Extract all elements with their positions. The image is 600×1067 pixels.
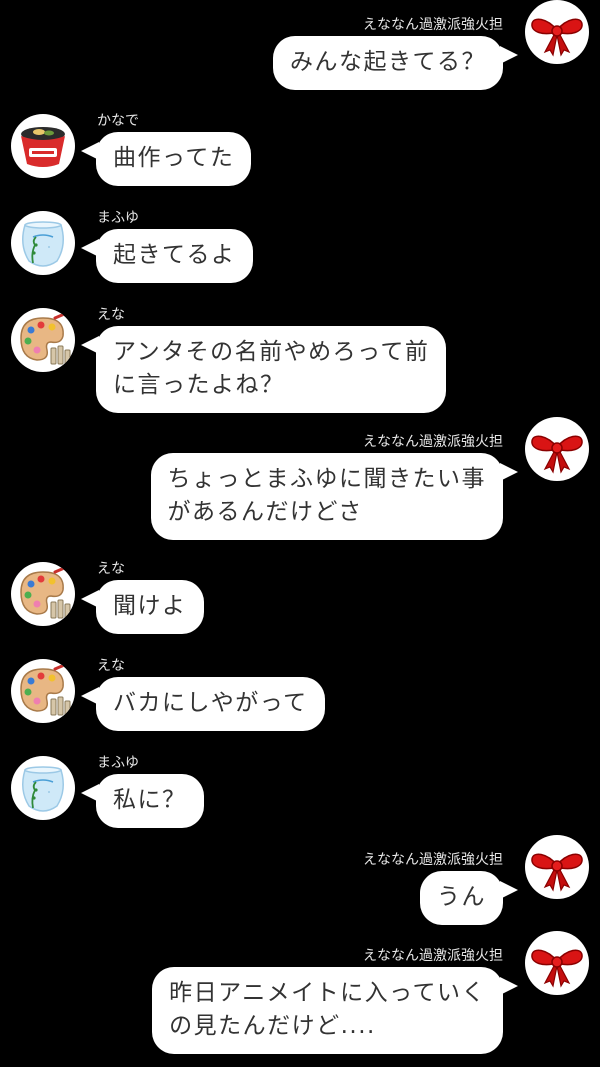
message-bubble: 聞けよ (81, 580, 204, 634)
message-bubble: うん (420, 871, 518, 925)
sender-name: まふゆ (97, 755, 139, 771)
red-ribbon-icon[interactable] (525, 0, 589, 64)
message-bubble: ちょっとまふゆに聞きたい事 があるんだけどさ (150, 453, 518, 540)
message-text: みんな起きてる？ (290, 49, 486, 75)
paint-palette-icon[interactable] (11, 659, 75, 723)
red-ribbon-icon[interactable] (525, 931, 589, 995)
message-text: に言ったよね？ (113, 372, 285, 398)
fishbowl-icon[interactable] (11, 756, 75, 820)
message-text: うん (437, 884, 486, 910)
paint-palette-icon[interactable] (11, 562, 75, 626)
sender-name: えななん過激派強火担 (363, 852, 503, 868)
message-bubble: 曲作ってた (80, 132, 252, 186)
sender-name: かなで (97, 113, 139, 129)
message-text: があるんだけどさ (167, 499, 363, 525)
sender-name: えななん過激派強火担 (363, 17, 503, 33)
message-text: 起きてるよ (113, 242, 236, 268)
sender-name: えな (97, 658, 125, 674)
message-bubble: 私に？ (81, 774, 204, 828)
red-ribbon-icon[interactable] (525, 417, 589, 481)
message-bubble: 起きてるよ (81, 229, 253, 283)
sender-name: えななん過激派強火担 (363, 434, 503, 450)
message-text: 私に？ (113, 787, 187, 813)
red-ribbon-icon[interactable] (525, 835, 589, 899)
sender-name: えな (97, 307, 125, 323)
sender-name: えななん過激派強火担 (363, 948, 503, 964)
message-bubble: みんな起きてる？ (273, 36, 518, 90)
fishbowl-icon[interactable] (11, 211, 75, 275)
chat-log: えななん過激派強火担 みんな起きてる？ かなで 曲作ってた まふゆ 起きてるよ … (0, 0, 600, 1067)
message-text: 聞けよ (113, 593, 187, 619)
message-bubble: 昨日アニメイトに入っていく の見たんだけど.... (152, 967, 518, 1054)
message-text: バカにしやがって (113, 690, 308, 716)
paint-palette-icon[interactable] (11, 308, 75, 372)
message-text: 曲作ってた (113, 145, 235, 171)
message-text: 昨日アニメイトに入っていく (169, 980, 486, 1006)
message-bubble: アンタその名前やめろって前 に言ったよね？ (80, 326, 447, 413)
message-bubble: バカにしやがって (81, 677, 325, 731)
message-text: アンタその名前やめろって前 (113, 339, 430, 365)
ramen-cup-icon[interactable] (11, 114, 75, 178)
message-text: の見たんだけど.... (169, 1013, 376, 1039)
sender-name: えな (97, 561, 125, 577)
message-text: ちょっとまふゆに聞きたい事 (167, 466, 486, 492)
sender-name: まふゆ (97, 210, 139, 226)
